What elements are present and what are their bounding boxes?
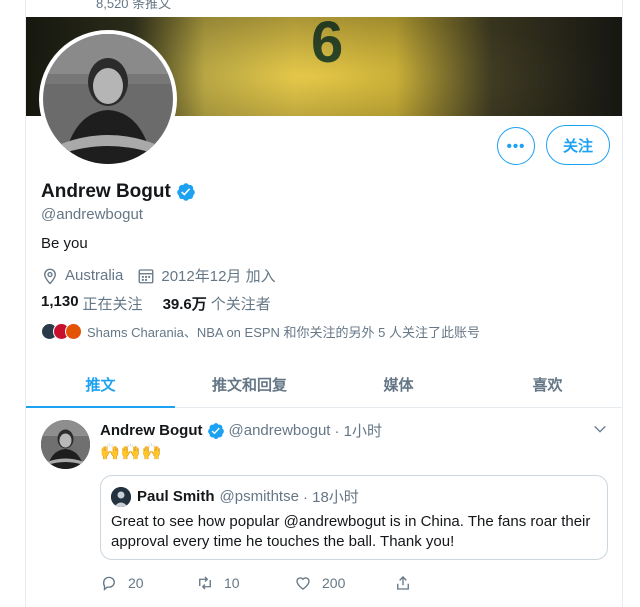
profile-stats: 1,130 正在关注 39.6万 个关注者: [41, 293, 291, 314]
profile-name: Andrew Bogut: [41, 181, 171, 202]
retweet-icon: [199, 576, 211, 590]
profile-handle: @andrewbogut: [41, 206, 143, 223]
followers-link[interactable]: 39.6万 个关注者: [163, 293, 271, 314]
quoted-tweet-text: Great to see how popular @andrewbogut is…: [111, 513, 591, 550]
following-link[interactable]: 1,130 正在关注: [41, 293, 143, 314]
profile-avatar[interactable]: [39, 30, 177, 168]
quoted-author-name: Paul Smith: [137, 488, 215, 505]
like-count: 200: [322, 575, 346, 591]
quoted-tweet-avatar: [111, 486, 131, 507]
tweet-header: Andrew Bogut @andrewbogut · 1小时: [100, 420, 382, 441]
tweet-author-handle[interactable]: @andrewbogut: [229, 422, 331, 439]
profile-joined: 2012年12月 加入: [161, 268, 276, 285]
followed-by-row[interactable]: Shams Charania、NBA on ESPN 和你关注的另外 5 人关注…: [41, 322, 480, 341]
chevron-down-icon[interactable]: [592, 421, 608, 437]
profile-column: 8,520 条推文 6 ••• 关注 Andrew Bogut @andrewb…: [25, 0, 623, 607]
verified-badge-icon: [177, 183, 195, 201]
like-button[interactable]: 200: [294, 574, 394, 592]
location-pin-icon: [44, 268, 56, 284]
reply-button[interactable]: 20: [100, 574, 196, 592]
profile-tabs: 推文 推文和回复 媒体 喜欢: [26, 361, 622, 408]
reply-count: 20: [128, 575, 144, 591]
share-icon: [397, 576, 409, 590]
tweet-actions: 20 10 200: [100, 574, 422, 592]
share-button[interactable]: [394, 574, 422, 592]
tab-tweets[interactable]: 推文: [26, 361, 175, 408]
quoted-tweet-time: · 18小时: [302, 489, 359, 506]
followers-label: 个关注者: [210, 296, 271, 313]
followed-by-avatars: [41, 323, 82, 340]
tweet-time[interactable]: · 1小时: [334, 420, 382, 441]
following-label: 正在关注: [82, 296, 143, 313]
tweet-author-name[interactable]: Andrew Bogut: [100, 422, 203, 439]
followed-by-text: Shams Charania、NBA on ESPN 和你关注的另外 5 人关注…: [87, 325, 480, 340]
following-count: 1,130: [41, 293, 79, 310]
quoted-tweet[interactable]: Paul Smith @psmithtse · 18小时 Great to se…: [100, 475, 608, 560]
quoted-tweet-header: Paul Smith @psmithtse · 18小时: [111, 486, 359, 507]
reply-icon: [102, 576, 115, 591]
profile-location: Australia: [65, 267, 124, 284]
tweet-avatar[interactable]: [41, 420, 90, 469]
tweet-text: 🙌🙌🙌: [100, 444, 163, 461]
tab-tweets-replies[interactable]: 推文和回复: [175, 361, 324, 407]
profile-meta: Australia 2012年12月 加入: [41, 265, 276, 286]
profile-name-row: Andrew Bogut: [41, 181, 196, 203]
follow-button[interactable]: 关注: [546, 125, 610, 165]
avatar: [65, 323, 82, 340]
quoted-author-handle: @psmithtse: [219, 488, 299, 505]
retweet-button[interactable]: 10: [196, 574, 294, 592]
tab-media[interactable]: 媒体: [324, 361, 473, 407]
verified-badge-icon: [207, 422, 224, 439]
heart-icon: [296, 577, 310, 590]
tweet[interactable]: Andrew Bogut @andrewbogut · 1小时 🙌🙌🙌 Paul…: [26, 409, 622, 607]
followers-count: 39.6万: [162, 296, 207, 313]
tab-likes[interactable]: 喜欢: [473, 361, 622, 407]
retweet-count: 10: [224, 575, 240, 591]
more-options-button[interactable]: •••: [497, 127, 535, 165]
calendar-icon: [138, 268, 154, 283]
profile-bio: Be you: [41, 235, 88, 252]
tweet-count: 8,520 条推文: [96, 0, 172, 11]
